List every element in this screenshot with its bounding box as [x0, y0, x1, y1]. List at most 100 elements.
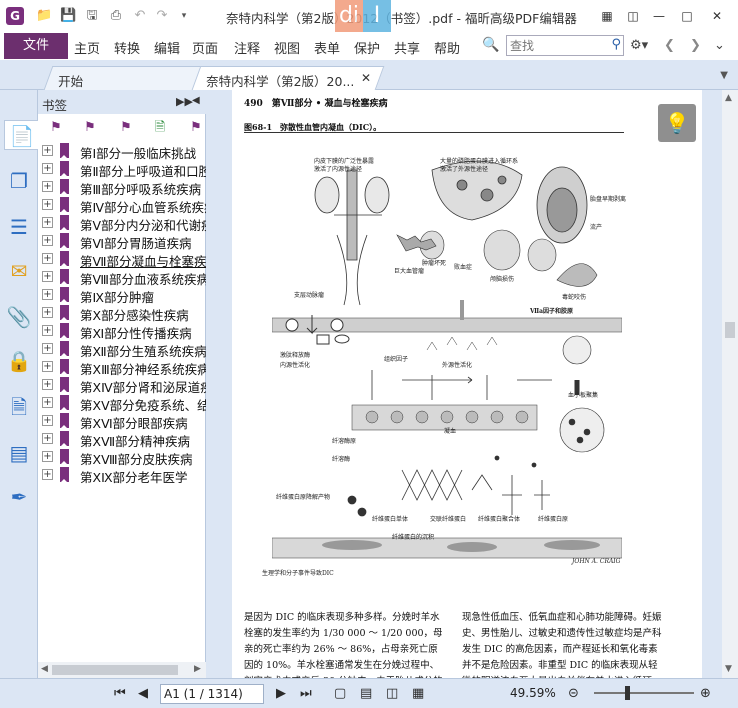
new-bookmark-page-icon[interactable]: 🗎 — [152, 120, 168, 136]
expand-plus-icon[interactable]: + — [42, 181, 53, 192]
menu-form[interactable]: 表单 — [314, 38, 340, 57]
maximize-icon[interactable]: □ — [674, 6, 700, 26]
ribbon-expand-icon[interactable]: ⌄ — [714, 38, 725, 53]
undo-icon[interactable]: ↶ — [132, 8, 148, 24]
bookmark-item[interactable]: + 第Ⅳ部分心血管系统疾病 — [42, 196, 206, 215]
bookmark-item[interactable]: + 第Ⅵ部分胃肠道疾病 — [42, 232, 206, 251]
expand-plus-icon[interactable]: + — [42, 235, 53, 246]
bookmark-item[interactable]: + 第ⅩⅦ部分精神疾病 — [42, 430, 206, 449]
customize-dropdown-icon[interactable]: ▾ — [176, 8, 192, 24]
bookmark-item[interactable]: + 第Ⅻ部分生殖系统疾病 — [42, 340, 206, 359]
bookmark-item[interactable]: +第ⅩⅤ部分免疫系统、结缔 — [42, 394, 206, 413]
expand-plus-icon[interactable]: + — [42, 163, 53, 174]
zoom-slider-thumb[interactable] — [625, 686, 630, 700]
bookmark-item[interactable]: + 第Ⅰ部分一般临床挑战 — [42, 142, 206, 161]
page-thumbnails-icon[interactable]: ❐ — [4, 166, 34, 196]
bookmark-item[interactable]: + 第Ⅸ部分肿瘤 — [42, 286, 206, 305]
document-vertical-scrollbar[interactable]: ▲ ▼ — [722, 90, 738, 678]
facing-view-icon[interactable]: ◫ — [386, 686, 398, 701]
search-input[interactable] — [507, 36, 603, 55]
zoom-in-icon[interactable]: ⊕ — [700, 686, 711, 701]
expand-plus-icon[interactable]: + — [42, 451, 53, 462]
layers-icon[interactable]: ☰ — [4, 212, 34, 242]
expand-plus-icon[interactable]: + — [42, 343, 53, 354]
bookmark-item[interactable]: +第Ⅴ部分内分泌和代谢疾病 — [42, 214, 206, 233]
menu-help[interactable]: 帮助 — [434, 38, 460, 57]
menu-edit[interactable]: 编辑 — [154, 38, 180, 57]
comments-icon[interactable]: ✉ — [4, 256, 34, 286]
expand-plus-icon[interactable]: + — [42, 397, 53, 408]
next-nav-icon[interactable]: ❯ — [690, 38, 701, 53]
bookmark-item[interactable]: + 第ⅩⅧ部分皮肤疾病 — [42, 448, 206, 467]
menu-view[interactable]: 视图 — [274, 38, 300, 57]
file-menu-button[interactable]: 文件 — [4, 33, 68, 59]
bookmark-item[interactable]: + 第ⅩⅥ部分眼部疾病 — [42, 412, 206, 431]
bookmark-item[interactable]: + 第Ⅶ部分凝血与栓塞疾病 — [42, 250, 206, 269]
prev-nav-icon[interactable]: ❮ — [664, 38, 675, 53]
menu-convert[interactable]: 转换 — [114, 38, 140, 57]
save-as-icon[interactable]: 🖫 — [84, 8, 100, 24]
form-fields-icon[interactable]: ▤ — [4, 438, 34, 468]
bookmark-panel-icon[interactable]: 📄 — [4, 120, 39, 150]
bookmark-horizontal-scrollbar[interactable]: ◀ ▶ — [38, 662, 206, 678]
open-folder-icon[interactable]: 📁 — [36, 8, 52, 24]
bookmark-item[interactable]: + 第Ⅱ部分上呼吸道和口腔 — [42, 160, 206, 179]
page-number-input[interactable] — [161, 685, 263, 703]
tab-close-icon[interactable]: ✕ — [361, 71, 371, 85]
menu-share[interactable]: 共享 — [394, 38, 420, 57]
expand-plus-icon[interactable]: + — [42, 217, 53, 228]
bookmark-item[interactable]: + 第Ⅹ部分感染性疾病 — [42, 304, 206, 323]
expand-plus-icon[interactable]: + — [42, 289, 53, 300]
next-page-icon[interactable]: ▶ — [276, 686, 286, 701]
expand-plus-icon[interactable]: + — [42, 361, 53, 372]
search-icon[interactable]: ⚲ — [611, 37, 621, 52]
menu-home[interactable]: 主页 — [74, 38, 100, 57]
expand-bookmark-icon[interactable]: ⚑ — [118, 120, 134, 136]
settings-gear-icon[interactable]: ⚙▾ — [630, 38, 648, 53]
zoom-out-icon[interactable]: ⊝ — [568, 686, 579, 701]
expand-plus-icon[interactable]: + — [42, 271, 53, 282]
scroll-left-icon[interactable]: ◀ — [41, 664, 48, 674]
scroll-thumb[interactable] — [52, 665, 178, 675]
ribbon-toggle-icon[interactable]: ◫ — [620, 6, 646, 26]
restore-layout-icon[interactable]: ▦ — [594, 6, 620, 26]
close-icon[interactable]: ✕ — [704, 6, 730, 26]
expand-plus-icon[interactable]: + — [42, 379, 53, 390]
add-bookmark-icon[interactable]: ⚑ — [82, 120, 98, 136]
tab-list-dropdown-icon[interactable]: ▼ — [720, 70, 728, 81]
content-icon[interactable]: 🗎 — [4, 392, 34, 422]
continuous-view-icon[interactable]: ▤ — [360, 686, 372, 701]
save-icon[interactable]: 💾 — [60, 8, 76, 24]
continuous-facing-view-icon[interactable]: ▦ — [412, 686, 424, 701]
expand-plus-icon[interactable]: + — [42, 199, 53, 210]
zoom-slider[interactable] — [594, 692, 694, 694]
attachments-icon[interactable]: 📎 — [4, 302, 34, 332]
scroll-up-icon[interactable]: ▲ — [725, 93, 732, 103]
expand-plus-icon[interactable]: + — [42, 145, 53, 156]
expand-plus-icon[interactable]: + — [42, 415, 53, 426]
expand-plus-icon[interactable]: + — [42, 253, 53, 264]
bookmark-item[interactable]: + 第ⅩⅨ部分老年医学 — [42, 466, 206, 485]
bookmark-item[interactable]: + 第Ⅷ部分血液系统疾病 — [42, 268, 206, 287]
last-page-icon[interactable]: ⏭ — [300, 686, 312, 701]
bookmark-item[interactable]: + 第Ⅺ部分性传播疾病 — [42, 322, 206, 341]
scroll-thumb[interactable] — [725, 322, 735, 338]
first-page-icon[interactable]: ⏮ — [114, 686, 126, 701]
menu-protect[interactable]: 保护 — [354, 38, 380, 57]
scroll-down-icon[interactable]: ▼ — [725, 664, 732, 674]
single-page-view-icon[interactable]: ▢ — [334, 686, 346, 701]
search-box[interactable]: ⚲ — [506, 35, 624, 56]
bookmark-item[interactable]: + 第ⅩⅢ部分神经系统疾病 — [42, 358, 206, 377]
delete-bookmark-icon[interactable]: ⚑ — [48, 120, 64, 136]
security-lock-icon[interactable]: 🔒 — [4, 346, 34, 376]
expand-plus-icon[interactable]: + — [42, 469, 53, 480]
menu-comment[interactable]: 注释 — [234, 38, 260, 57]
expand-plus-icon[interactable]: + — [42, 307, 53, 318]
scroll-right-icon[interactable]: ▶ — [194, 664, 201, 674]
document-viewport[interactable]: 490 第Ⅶ部分 • 凝血与栓塞疾病 图68-1 弥散性血管内凝血（DIC）。 — [212, 90, 722, 678]
page-number-box[interactable] — [160, 684, 264, 704]
find-icon[interactable]: 🔍 — [482, 37, 499, 53]
bookmark-item[interactable]: + 第Ⅲ部分呼吸系统疾病 — [42, 178, 206, 197]
expand-plus-icon[interactable]: + — [42, 325, 53, 336]
print-icon[interactable]: ⎙ — [108, 8, 124, 24]
